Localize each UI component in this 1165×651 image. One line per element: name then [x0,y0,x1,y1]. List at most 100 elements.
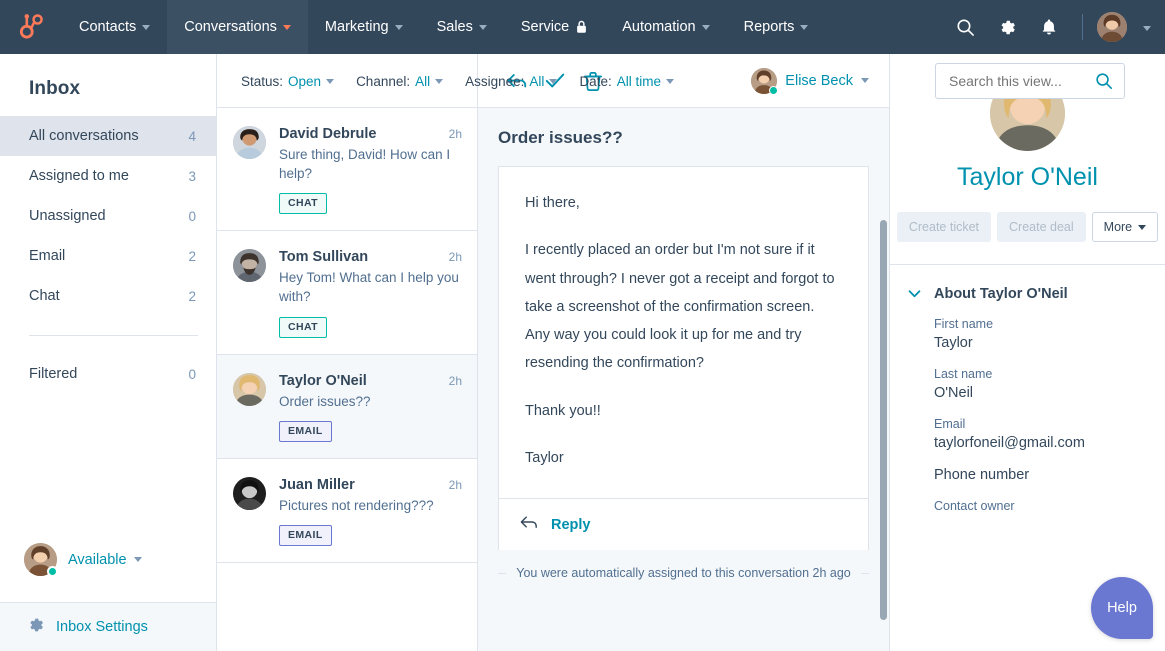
field-label: First name [934,317,1147,331]
filter-status[interactable]: Status: Open [241,74,334,89]
sidebar-item-count: 3 [188,169,196,184]
sidebar-item-unassigned[interactable]: Unassigned 0 [0,196,216,236]
search-icon[interactable] [1095,72,1113,95]
contact-field-list: First name Taylor Last name O'Neil Email… [890,317,1165,529]
nav-label: Service [521,19,569,35]
avatar[interactable] [1097,12,1127,42]
help-button[interactable]: Help [1091,577,1153,639]
filter-channel[interactable]: Channel: All [356,74,443,89]
conversation-list-item[interactable]: Taylor O'Neil 2h Order issues?? EMAIL [217,355,477,459]
filter-date-label: Date: [579,74,611,89]
conversation-timestamp: 2h [443,250,462,264]
reply-label: Reply [551,517,591,533]
nav-item-marketing[interactable]: Marketing [308,0,420,54]
filter-date-value: All time [617,74,661,89]
message-card: Hi there, I recently placed an order but… [498,166,869,550]
nav-item-sales[interactable]: Sales [420,0,504,54]
divider-right [861,573,869,574]
contact-field-contact-owner[interactable]: Contact owner [934,499,1147,513]
reply-button[interactable]: Reply [499,498,868,550]
thread-subject: Order issues?? [478,108,889,166]
nav-item-contacts[interactable]: Contacts [62,0,167,54]
field-label: Phone number [934,467,1147,483]
reply-arrow-icon [519,514,539,535]
sidebar-item-all-conversations[interactable]: All conversations 4 [0,116,216,156]
conversation-preview: Sure thing, David! How can I help? [279,145,462,183]
thread-assignee-selector[interactable]: Elise Beck [751,68,869,94]
more-button[interactable]: More [1092,212,1158,242]
nav-item-conversations[interactable]: Conversations [167,0,308,54]
channel-badge: EMAIL [279,525,332,546]
conversation-list-column: David Debrule 2h Sure thing, David! How … [217,54,478,651]
chevron-down-icon [435,79,443,84]
notifications-bell-icon[interactable] [1030,8,1068,46]
create-deal-button[interactable]: Create deal [997,212,1086,242]
field-value: Taylor [934,335,1147,351]
conversation-list-item[interactable]: Tom Sullivan 2h Hey Tom! What can I help… [217,231,477,354]
nav-item-service[interactable]: Service [504,0,605,54]
user-availability-status[interactable]: Available [0,543,216,602]
sidebar-item-count: 0 [188,367,196,382]
conversation-preview: Pictures not rendering??? [279,496,462,515]
contact-name[interactable]: Taylor O'Neil [908,163,1147,192]
nav-item-reports[interactable]: Reports [727,0,826,54]
conversation-thread-panel: Elise Beck Order issues?? Hi there, I re… [478,54,890,651]
gear-icon [27,616,45,638]
online-status-dot [47,566,58,577]
sidebar-item-count: 2 [188,289,196,304]
search-icon[interactable] [946,8,984,46]
sidebar-item-assigned-to-me[interactable]: Assigned to me 3 [0,156,216,196]
lock-icon [575,20,588,34]
gear-icon[interactable] [988,8,1026,46]
channel-badge: CHAT [279,193,327,214]
conversation-list-item[interactable]: Juan Miller 2h Pictures not rendering???… [217,459,477,563]
contact-field-first-name[interactable]: First name Taylor [934,317,1147,351]
contact-details-panel: Taylor O'Neil Create ticket Create deal … [890,54,1165,651]
conversation-list: David Debrule 2h Sure thing, David! How … [217,108,477,651]
filter-assignee[interactable]: Assignee: All [465,74,557,89]
message-paragraph: Thank you!! [525,397,842,425]
message-paragraph: I recently placed an order but I'm not s… [525,236,842,377]
chevron-down-icon [395,25,403,30]
hubspot-logo-icon[interactable] [0,0,62,54]
thread-scrollbar[interactable] [880,220,887,620]
sidebar-divider [29,335,198,336]
contact-field-last-name[interactable]: Last name O'Neil [934,367,1147,401]
sidebar-item-filtered[interactable]: Filtered 0 [0,354,216,394]
about-section-title: About Taylor O'Neil [934,286,1068,302]
conversation-contact-name: Juan Miller [279,477,355,493]
app-body: Inbox All conversations 4 Assigned to me… [0,54,1165,651]
field-value: taylorfoneil@gmail.com [934,435,1147,451]
availability-label-wrap[interactable]: Available [68,552,142,568]
conversation-contact-name: Taylor O'Neil [279,373,367,389]
contact-field-email[interactable]: Email taylorfoneil@gmail.com [934,417,1147,451]
sidebar-item-label: Assigned to me [29,168,129,184]
channel-badge: EMAIL [279,421,332,442]
avatar [751,68,777,94]
inbox-settings-link[interactable]: Inbox Settings [0,602,216,651]
conversation-list-item[interactable]: David Debrule 2h Sure thing, David! How … [217,108,477,231]
nav-item-automation[interactable]: Automation [605,0,726,54]
conversation-preview: Order issues?? [279,392,462,411]
sidebar-item-chat[interactable]: Chat 2 [0,276,216,316]
thread-status-text: You were automatically assigned to this … [516,566,850,580]
sidebar-item-label: Unassigned [29,208,106,224]
thread-scroll-area: Order issues?? Hi there, I recently plac… [478,108,889,651]
chevron-down-icon [1138,225,1146,230]
nav-label: Contacts [79,19,136,35]
nav-label: Automation [622,19,695,35]
conversation-contact-name: David Debrule [279,126,377,142]
create-ticket-button[interactable]: Create ticket [897,212,991,242]
user-menu-chevron-down-icon[interactable] [1143,18,1151,36]
contact-field-phone-number[interactable]: Phone number [934,467,1147,483]
search-box [935,63,1125,99]
sidebar-item-email[interactable]: Email 2 [0,236,216,276]
about-section-toggle[interactable]: About Taylor O'Neil [890,265,1165,317]
sidebar-item-label: All conversations [29,128,139,144]
field-label: Email [934,417,1147,431]
chevron-down-icon [479,25,487,30]
filter-date[interactable]: Date: All time [579,74,674,89]
channel-badge: CHAT [279,317,327,338]
field-label: Last name [934,367,1147,381]
chevron-down-icon [549,79,557,84]
